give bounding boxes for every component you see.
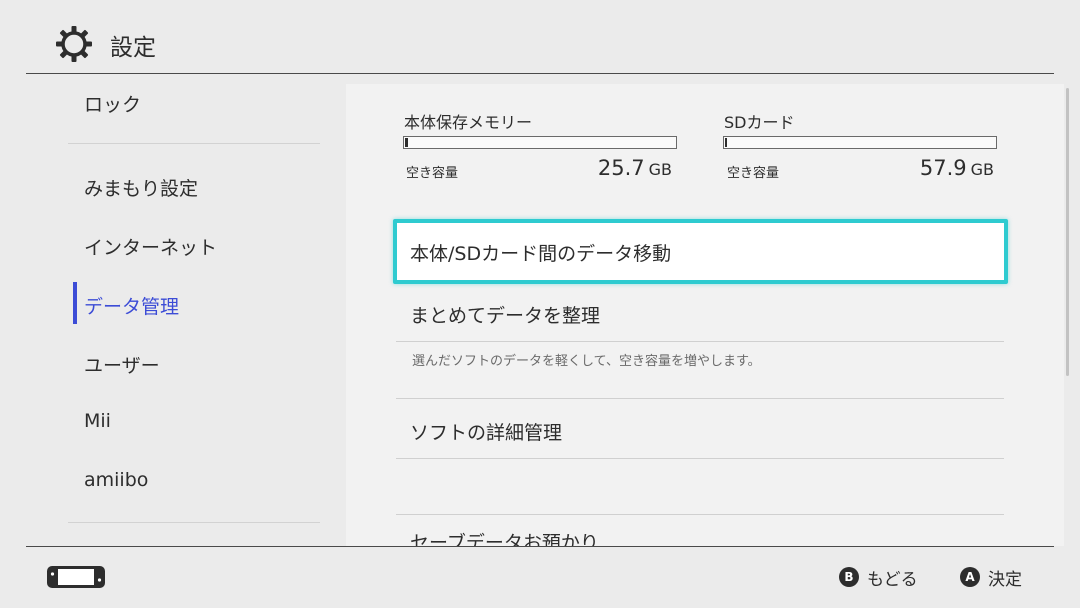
sidebar-divider xyxy=(68,522,320,523)
page-title: 設定 xyxy=(110,35,156,61)
back-label: もどる xyxy=(867,569,918,590)
b-button-icon: B xyxy=(839,567,859,587)
header: 設定 xyxy=(0,0,1080,74)
menu-item-software-management[interactable]: ソフトの詳細管理 xyxy=(410,418,562,445)
system-memory-used-fill xyxy=(405,138,408,147)
scrollbar[interactable] xyxy=(1066,88,1069,376)
back-hint[interactable]: B もどる xyxy=(839,565,918,590)
sidebar-item-amiibo[interactable]: amiibo xyxy=(84,469,148,491)
sidebar-item-parental-controls[interactable]: みまもり設定 xyxy=(84,174,198,201)
a-button-icon: A xyxy=(960,567,980,587)
menu-divider xyxy=(396,398,1004,399)
sd-free-value: 57.9 GB xyxy=(919,156,994,180)
system-memory-bar xyxy=(403,136,677,149)
sidebar-item-internet[interactable]: インターネット xyxy=(84,233,217,260)
sidebar-item-lock[interactable]: ロック xyxy=(84,90,141,117)
sd-card-used-fill xyxy=(725,138,727,147)
menu-divider xyxy=(396,341,1004,342)
sidebar-divider xyxy=(68,143,320,144)
system-free-label: 空き容量 xyxy=(406,166,459,181)
sidebar-item-mii[interactable]: Mii xyxy=(84,410,111,432)
sd-free-label: 空き容量 xyxy=(727,166,780,181)
menu-item-save-data-cloud[interactable]: セーブデータお預かり xyxy=(410,528,599,546)
menu-item-description: 選んだソフトのデータを軽くして、空き容量を増やします。 xyxy=(412,354,761,369)
sd-card-label: SDカード xyxy=(724,113,795,132)
menu-item-bulk-archive[interactable]: まとめてデータを整理 xyxy=(410,301,600,328)
gear-icon xyxy=(56,26,92,62)
sidebar-active-marker xyxy=(73,282,77,324)
system-free-value: 25.7 GB xyxy=(597,156,672,180)
settings-screen: 設定 ロック みまもり設定 インターネット データ管理 ユーザー Mii ami… xyxy=(0,0,1080,608)
menu-divider xyxy=(396,458,1004,459)
sidebar-item-data-management[interactable]: データ管理 xyxy=(84,292,179,319)
main-panel: 本体保存メモリー 空き容量 25.7 GB SDカード 空き容量 57.9 GB 本… xyxy=(346,84,1064,546)
sidebar-item-users[interactable]: ユーザー xyxy=(84,351,160,378)
confirm-hint[interactable]: A 決定 xyxy=(960,565,1022,590)
menu-item-move-data-label: 本体/SDカード間のデータ移動 xyxy=(410,243,672,265)
confirm-label: 決定 xyxy=(988,569,1022,590)
sd-card-bar xyxy=(723,136,997,149)
sidebar: ロック みまもり設定 インターネット データ管理 ユーザー Mii amiibo xyxy=(0,74,346,546)
menu-divider xyxy=(396,514,1004,515)
menu-item-selected[interactable]: 本体/SDカード間のデータ移動 xyxy=(393,219,1008,284)
system-memory-label: 本体保存メモリー xyxy=(404,113,533,132)
console-handheld-icon xyxy=(47,566,105,588)
footer-divider xyxy=(26,546,1054,547)
